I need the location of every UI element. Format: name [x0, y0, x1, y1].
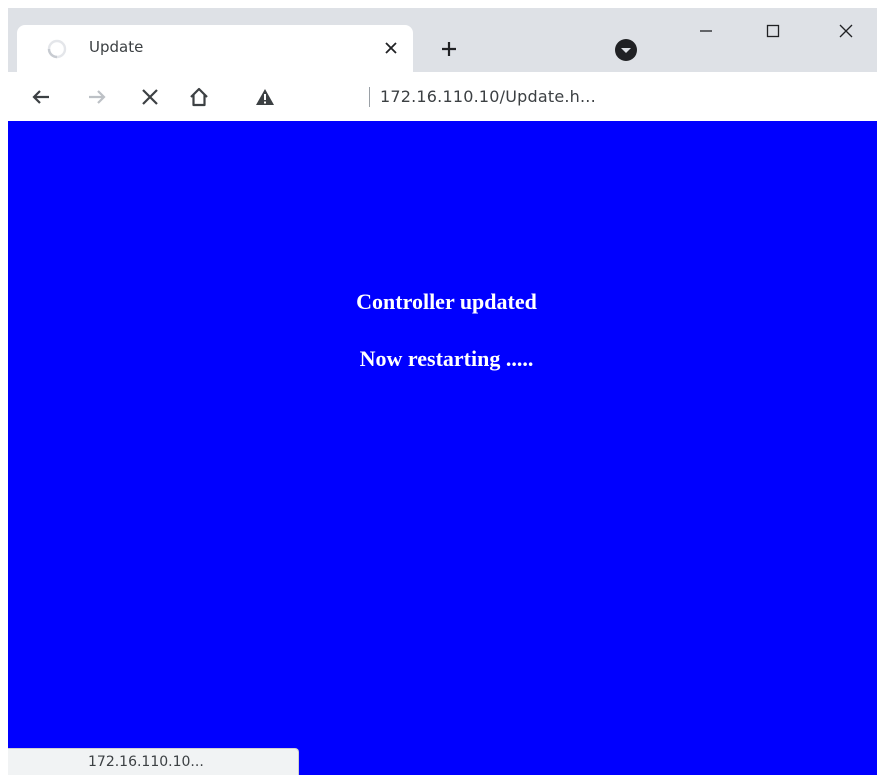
- browser-window: Update 172.16.110.10/Update.h... Control…: [8, 8, 877, 775]
- status-message-updated: Controller updated: [356, 289, 537, 314]
- arrow-right-icon[interactable]: [82, 82, 112, 112]
- loading-spinner-icon: [46, 38, 68, 60]
- tab-update[interactable]: Update: [17, 25, 413, 72]
- status-url-text: 172.16.110.10...: [88, 754, 204, 770]
- minimize-icon[interactable]: [676, 8, 736, 54]
- new-tab-plus-icon[interactable]: [432, 32, 466, 66]
- status-bubble: 172.16.110.10...: [8, 748, 299, 775]
- status-message-restarting: Now restarting .....: [359, 346, 534, 371]
- maximize-icon[interactable]: [743, 8, 803, 54]
- home-icon[interactable]: [184, 82, 214, 112]
- address-bar[interactable]: 172.16.110.10/Update.h...: [338, 80, 858, 114]
- page-content: Controller updated Now restarting ..... …: [8, 121, 877, 775]
- url-text[interactable]: 172.16.110.10/Update.h...: [380, 87, 596, 106]
- arrow-left-icon[interactable]: [26, 82, 56, 112]
- tab-title: Update: [89, 38, 144, 56]
- warning-icon[interactable]: [250, 82, 280, 112]
- stop-icon[interactable]: [135, 82, 165, 112]
- address-divider: [369, 87, 370, 107]
- profile-icon[interactable]: [612, 36, 640, 64]
- window-close-icon[interactable]: [816, 8, 876, 54]
- tab-strip: Update: [8, 8, 877, 72]
- browser-toolbar: 172.16.110.10/Update.h...: [8, 72, 877, 121]
- tab-close-icon[interactable]: [377, 34, 405, 62]
